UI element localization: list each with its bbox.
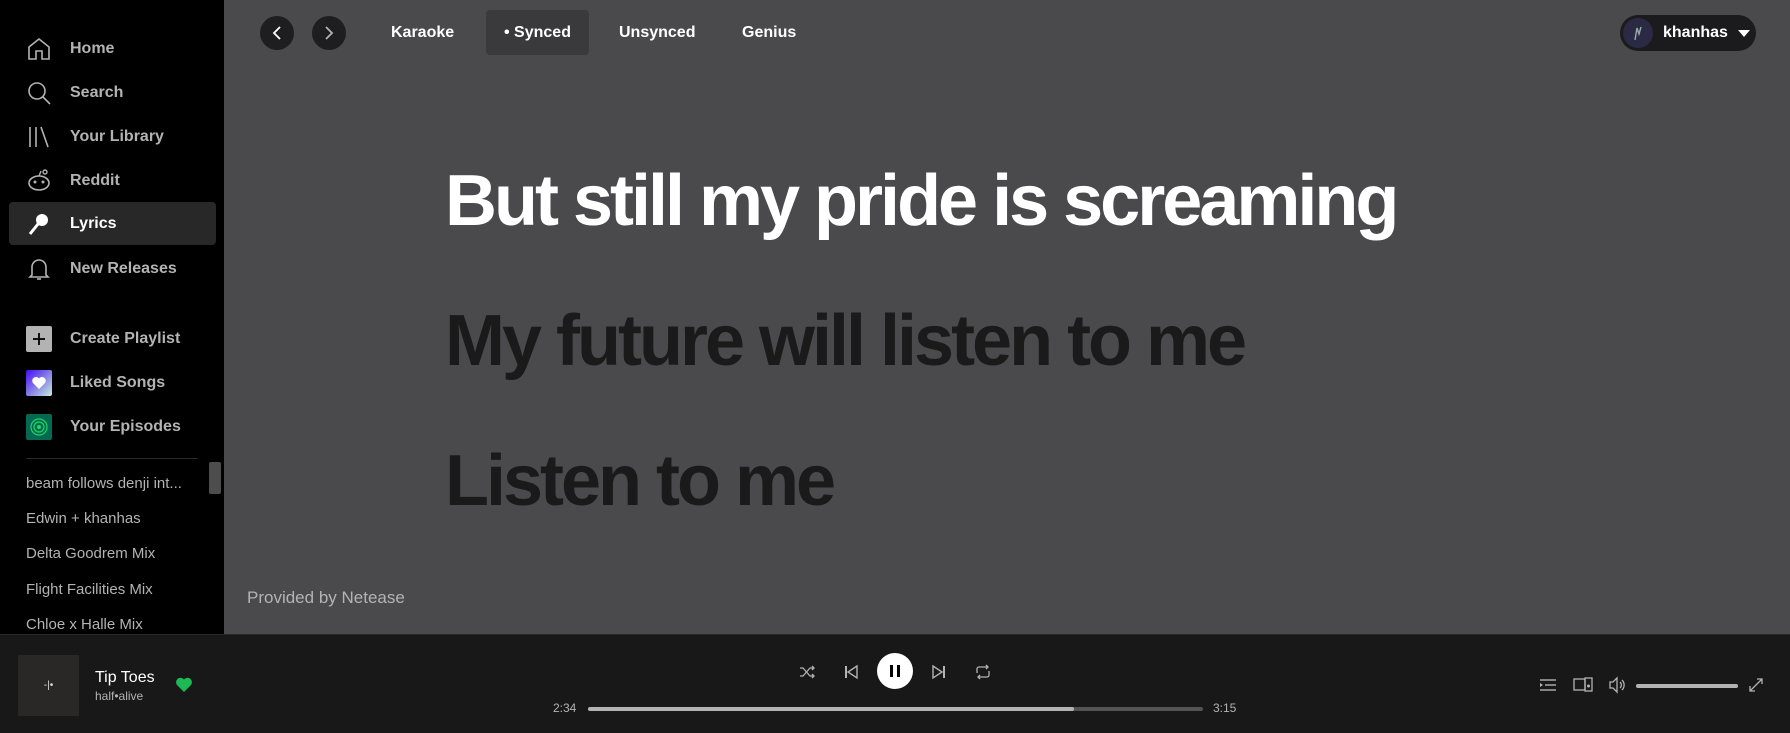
sidebar-item-lyrics[interactable]: Lyrics: [9, 202, 216, 245]
sidebar-item-label: Reddit: [70, 171, 120, 189]
lyric-line-next[interactable]: Listen to me: [445, 440, 836, 522]
repeat-icon: [976, 664, 990, 680]
sidebar-item-new-releases[interactable]: New Releases: [9, 247, 216, 290]
sidebar-item-reddit[interactable]: Reddit: [9, 159, 216, 202]
forward-button[interactable]: [312, 16, 346, 50]
microphone-icon: [26, 211, 52, 237]
reddit-icon: [26, 168, 52, 194]
queue-icon: [1540, 679, 1556, 691]
search-icon: [26, 80, 52, 106]
top-bar: Karaoke • Synced Unsynced Genius khanhas: [224, 0, 1790, 66]
heart-icon: [26, 369, 52, 396]
sidebar-item-label: Your Library: [70, 127, 164, 145]
skip-forward-icon: [932, 664, 945, 680]
sidebar-divider: [26, 458, 198, 459]
lyric-line-current[interactable]: But still my pride is screaming: [445, 160, 1399, 242]
playlist-item[interactable]: Delta Goodrem Mix: [26, 545, 198, 562]
sidebar-item-label: Search: [70, 83, 124, 101]
volume-button[interactable]: [1605, 673, 1629, 697]
playlist-item[interactable]: Flight Facilities Mix: [26, 581, 198, 598]
sidebar-item-home[interactable]: Home: [9, 27, 216, 70]
sidebar-item-search[interactable]: Search: [9, 71, 216, 114]
player-bar: -|• Tip Toes half•alive 2:34 3:15: [0, 634, 1790, 733]
playlist-item[interactable]: beam follows denji int...: [26, 475, 198, 492]
shuffle-icon: [800, 665, 815, 679]
volume-icon: [1609, 676, 1625, 694]
sidebar-item-label: New Releases: [70, 259, 177, 277]
sidebar-item-label: Your Episodes: [70, 417, 181, 435]
podcast-icon: [26, 413, 52, 440]
volume-slider[interactable]: [1636, 684, 1738, 688]
repeat-button[interactable]: [967, 656, 999, 688]
previous-button[interactable]: [835, 656, 867, 688]
devices-icon: [1573, 677, 1593, 692]
lyrics-view: Karaoke • Synced Unsynced Genius khanhas…: [224, 0, 1790, 634]
fullscreen-button[interactable]: [1744, 673, 1768, 697]
back-button[interactable]: [260, 16, 294, 50]
avatar: [1623, 18, 1653, 48]
elapsed-time: 2:34: [553, 701, 577, 715]
progress-bar[interactable]: [588, 707, 1203, 711]
user-name: khanhas: [1663, 24, 1728, 41]
track-title[interactable]: Tip Toes: [95, 669, 155, 687]
plus-icon: [26, 325, 52, 352]
liked-songs-item[interactable]: Liked Songs: [9, 361, 216, 404]
sidebar-item-label: Lyrics: [70, 214, 117, 232]
heart-icon[interactable]: [174, 675, 194, 695]
pause-icon: [890, 665, 900, 677]
chevron-left-icon: [272, 26, 281, 40]
lyrics-provider: Provided by Netease: [247, 588, 405, 607]
volume-fill: [1636, 684, 1738, 688]
track-artist[interactable]: half•alive: [95, 689, 143, 703]
duration-time: 3:15: [1213, 701, 1237, 715]
sidebar-item-label: Home: [70, 39, 115, 57]
skip-back-icon: [845, 664, 858, 680]
tab-synced[interactable]: • Synced: [486, 10, 589, 55]
lyric-line-next[interactable]: My future will listen to me: [445, 300, 1247, 382]
tab-genius[interactable]: Genius: [724, 10, 814, 55]
sidebar-scrollbar[interactable]: [209, 462, 221, 494]
library-icon: [26, 124, 52, 150]
sidebar-item-label: Liked Songs: [70, 373, 166, 391]
shuffle-button[interactable]: [791, 656, 823, 688]
bell-icon: [26, 256, 52, 282]
home-icon: [26, 36, 52, 62]
next-button[interactable]: [923, 656, 955, 688]
playlist-item[interactable]: Chloe x Halle Mix: [26, 616, 198, 633]
playlist-item[interactable]: Edwin + khanhas: [26, 510, 198, 527]
progress-fill: [588, 707, 1074, 711]
sidebar-item-label: Create Playlist: [70, 329, 181, 347]
sidebar-item-your-library[interactable]: Your Library: [9, 115, 216, 158]
sidebar: Home Search Your Library Reddit Lyrics N…: [0, 0, 224, 634]
queue-button[interactable]: [1536, 673, 1560, 697]
your-episodes-item[interactable]: Your Episodes: [9, 405, 216, 448]
devices-button[interactable]: [1571, 673, 1595, 697]
pause-button[interactable]: [877, 653, 913, 689]
tab-unsynced[interactable]: Unsynced: [601, 10, 713, 55]
chevron-down-icon: [1737, 29, 1750, 37]
create-playlist-button[interactable]: Create Playlist: [9, 317, 216, 360]
tab-karaoke[interactable]: Karaoke: [373, 10, 472, 55]
fullscreen-icon: [1749, 678, 1763, 692]
user-menu-button[interactable]: khanhas: [1620, 15, 1756, 51]
album-art[interactable]: -|•: [18, 655, 79, 716]
chevron-right-icon: [325, 26, 334, 40]
